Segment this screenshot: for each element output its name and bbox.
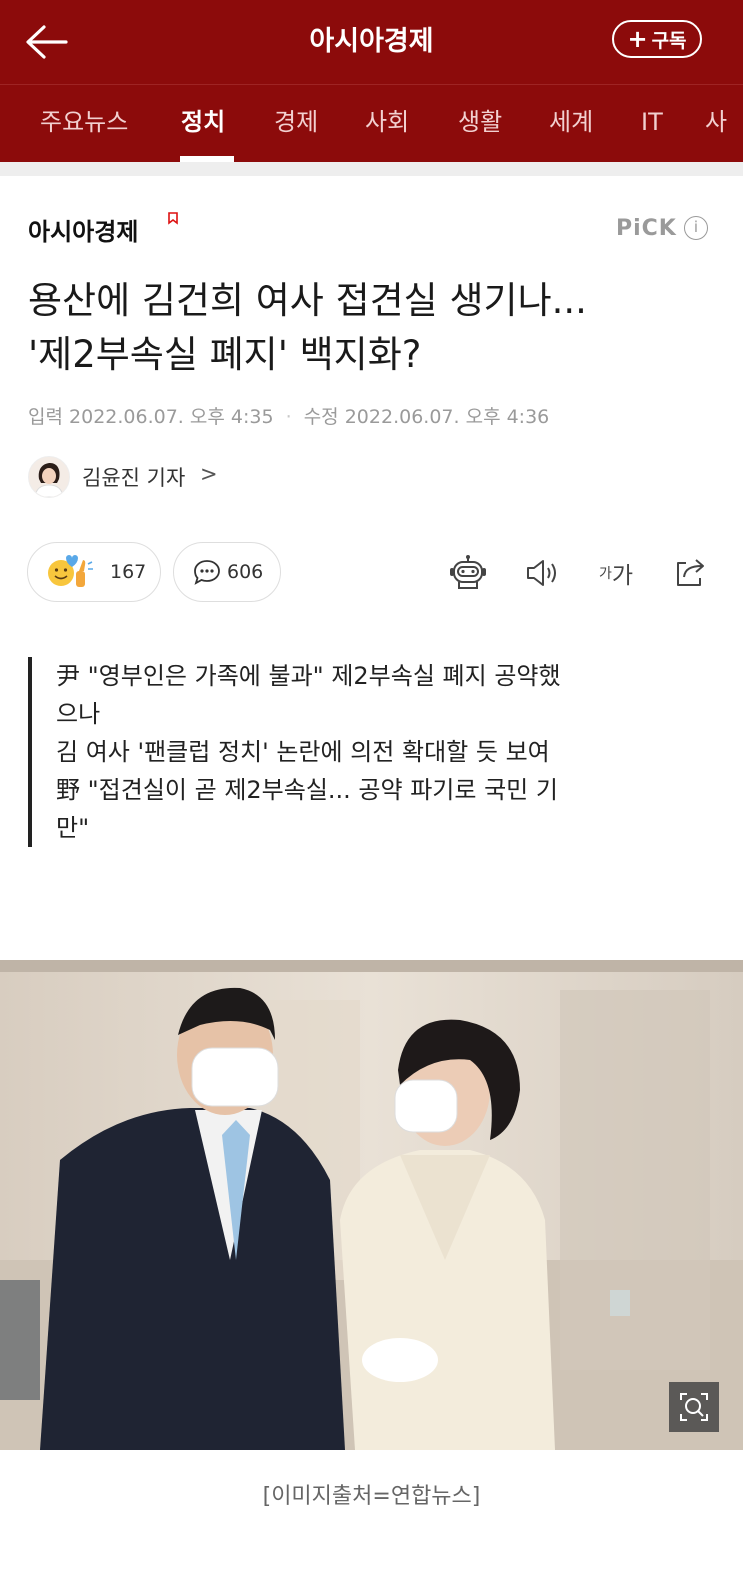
robot-icon <box>450 555 486 589</box>
share-icon <box>677 559 704 586</box>
summary-bot-button[interactable] <box>446 553 490 593</box>
smile-thumbs-icon <box>48 555 93 587</box>
input-label: 입력 <box>28 406 63 428</box>
reaction-count: 167 <box>110 561 147 583</box>
article-dates: 입력 2022.06.07. 오후 4:35 · 수정 2022.06.07. … <box>28 402 549 429</box>
divider <box>0 162 743 176</box>
info-icon[interactable]: i <box>684 216 708 240</box>
modified-label: 수정 <box>303 406 339 428</box>
summary-line: 으나 <box>56 700 101 728</box>
tab-life[interactable]: 생활 <box>458 105 502 139</box>
press-logo[interactable]: 아시아경제 <box>28 212 138 247</box>
author-name[interactable]: 김윤진 기자 <box>82 462 185 492</box>
article-summary: 尹 "영부인은 가족에 불과" 제2부속실 폐지 공약했 으나 김 여사 '팬클… <box>28 657 688 847</box>
read-aloud-button[interactable] <box>520 553 564 593</box>
author-portrait-icon <box>29 457 69 497</box>
font-size-button[interactable]: 가가 <box>592 553 640 593</box>
zoom-icon <box>680 1393 708 1421</box>
category-tabs: 주요뉴스 정치 경제 사회 생활 세계 IT 사 <box>0 84 743 163</box>
article-photo-illustration <box>0 960 743 1450</box>
plus-icon: + <box>627 25 648 53</box>
subscribe-button[interactable]: + 구독 <box>612 20 702 58</box>
comment-count: 606 <box>227 561 264 583</box>
article-photo[interactable] <box>0 960 743 1450</box>
zoom-button[interactable] <box>669 1382 719 1432</box>
tab-more[interactable]: 사 <box>705 105 727 139</box>
tab-society[interactable]: 사회 <box>365 105 409 139</box>
tab-it[interactable]: IT <box>641 105 663 139</box>
summary-line: 尹 "영부인은 가족에 불과" 제2부속실 폐지 공약했 <box>56 662 561 690</box>
speaker-icon <box>527 560 556 586</box>
article-headline: 용산에 김건희 여사 접견실 생기나... '제2부속실 폐지' 백지화? <box>28 274 718 382</box>
tab-world[interactable]: 세계 <box>549 105 593 139</box>
comment-button[interactable]: 606 <box>173 542 281 602</box>
subscribe-label: 구독 <box>651 29 687 52</box>
modified-time: 2022.06.07. 오후 4:36 <box>344 406 550 428</box>
image-caption: [이미지출처=연합뉴스] <box>262 1484 481 1509</box>
tab-main-news[interactable]: 주요뉴스 <box>40 105 128 139</box>
summary-line: 김 여사 '팬클럽 정치' 논란에 의전 확대할 듯 보여 <box>56 738 550 766</box>
top-app-bar: 아시아경제 + 구독 <box>0 0 743 84</box>
input-time: 2022.06.07. 오후 4:35 <box>69 406 274 428</box>
headline-line-2: '제2부속실 폐지' 백지화? <box>28 333 422 376</box>
summary-line: 野 "접견실이 곧 제2부속실... 공약 파기로 국민 기 <box>56 776 558 804</box>
chevron-right-icon[interactable]: > <box>200 462 218 486</box>
share-button[interactable] <box>668 553 712 593</box>
summary-line: 만" <box>56 814 90 842</box>
headline-line-1: 용산에 김건희 여사 접견실 생기나... <box>28 279 587 322</box>
separator-dot: · <box>285 406 292 428</box>
reaction-button[interactable]: 167 <box>27 542 161 602</box>
font-size-big-glyph: 가 <box>611 563 634 589</box>
font-size-small-glyph: 가 <box>598 566 612 582</box>
author-avatar[interactable] <box>28 456 70 498</box>
speech-bubble-icon <box>194 560 220 585</box>
tab-economy[interactable]: 경제 <box>274 105 318 139</box>
tab-politics[interactable]: 정치 <box>181 105 225 139</box>
pick-badge: PiCK <box>616 216 677 241</box>
press-flag-icon <box>168 212 178 225</box>
